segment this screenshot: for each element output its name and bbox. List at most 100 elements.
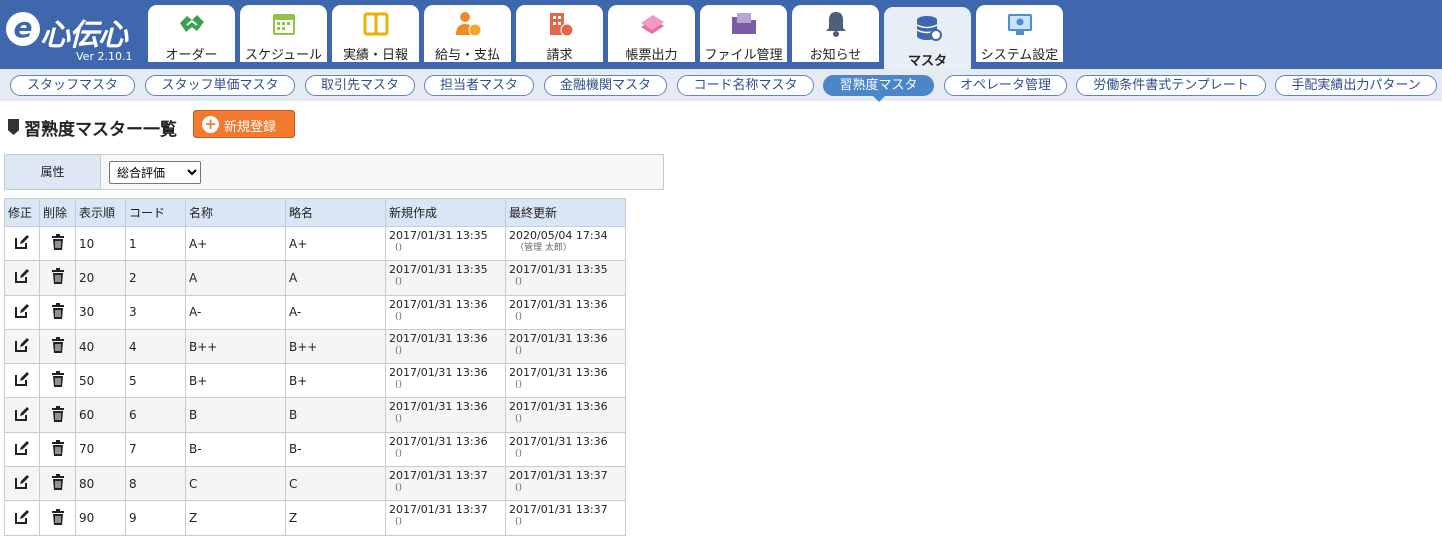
order-cell: 50 bbox=[75, 363, 126, 399]
updated-cell: 2017/01/31 13:37() bbox=[505, 500, 626, 536]
attribute-select[interactable]: 総合評価 bbox=[109, 161, 201, 184]
subtab-staff-master[interactable]: スタッフマスタ bbox=[10, 75, 135, 96]
created-datetime: 2017/01/31 13:36 bbox=[389, 366, 488, 380]
delete-cell[interactable] bbox=[39, 431, 76, 468]
plus-icon: + bbox=[202, 116, 219, 133]
col-header-created[interactable]: 新規作成 bbox=[385, 198, 506, 227]
col-header-code[interactable]: コード bbox=[125, 198, 186, 227]
edit-cell[interactable] bbox=[4, 225, 40, 262]
tab-files[interactable]: ファイル管理 bbox=[700, 5, 787, 63]
short-name-cell: B+ bbox=[285, 363, 386, 399]
subtab-proficiency-master[interactable]: 習熟度マスタ bbox=[823, 75, 934, 96]
order-cell: 70 bbox=[75, 431, 126, 468]
col-header-name[interactable]: 名称 bbox=[185, 198, 286, 227]
edit-icon[interactable] bbox=[14, 509, 30, 528]
short-name-cell: B++ bbox=[285, 328, 386, 365]
subtab-client-master[interactable]: 取引先マスタ bbox=[305, 75, 415, 96]
edit-icon[interactable] bbox=[14, 406, 30, 425]
updated-cell: 2017/01/31 13:37() bbox=[505, 466, 626, 502]
delete-cell[interactable] bbox=[39, 294, 76, 330]
edit-cell[interactable] bbox=[4, 328, 40, 365]
created-cell: 2017/01/31 13:35() bbox=[385, 260, 506, 296]
delete-cell[interactable] bbox=[39, 466, 76, 502]
tab-schedule[interactable]: スケジュール bbox=[240, 5, 327, 63]
order-cell: 80 bbox=[75, 466, 126, 502]
subtab-labor-template[interactable]: 労働条件書式テンプレート bbox=[1076, 75, 1266, 96]
created-by: () bbox=[395, 483, 403, 494]
updated-datetime: 2017/01/31 13:36 bbox=[509, 434, 608, 448]
short-name-cell: A bbox=[285, 260, 386, 296]
edit-cell[interactable] bbox=[4, 500, 40, 536]
delete-cell[interactable] bbox=[39, 328, 76, 365]
edit-cell[interactable] bbox=[4, 260, 40, 296]
new-registration-button[interactable]: + 新規登録 bbox=[193, 110, 295, 138]
tab-results[interactable]: 実績・日報 bbox=[332, 5, 419, 63]
created-datetime: 2017/01/31 13:37 bbox=[389, 469, 488, 483]
code-cell: 7 bbox=[125, 431, 186, 468]
tab-label: 帳票出力 bbox=[625, 48, 678, 63]
trash-icon[interactable] bbox=[51, 337, 65, 356]
trash-icon[interactable] bbox=[51, 405, 65, 425]
tab-master[interactable]: マスタ bbox=[884, 7, 971, 69]
col-header-updated[interactable]: 最終更新 bbox=[505, 198, 626, 227]
tab-order[interactable]: オーダー bbox=[148, 5, 235, 63]
delete-cell[interactable] bbox=[39, 225, 76, 262]
subtab-staff-rate-master[interactable]: スタッフ単価マスタ bbox=[145, 75, 295, 96]
tab-label: お知らせ bbox=[809, 48, 862, 63]
created-datetime: 2017/01/31 13:36 bbox=[389, 297, 488, 311]
trash-icon[interactable] bbox=[51, 234, 65, 253]
subtab-code-name-master[interactable]: コード名称マスタ bbox=[677, 75, 814, 96]
delete-cell[interactable] bbox=[39, 500, 76, 536]
edit-icon[interactable] bbox=[14, 235, 30, 253]
col-header-short-name[interactable]: 略名 bbox=[285, 198, 386, 227]
updated-datetime: 2017/01/31 13:36 bbox=[509, 331, 608, 345]
app-logo[interactable]: e 心伝心 Ver 2.10.1 bbox=[4, 6, 142, 66]
col-header-order[interactable]: 表示順 bbox=[75, 198, 126, 227]
subtab-operator-management[interactable]: オペレータ管理 bbox=[944, 75, 1067, 96]
trash-icon[interactable] bbox=[51, 371, 65, 390]
trash-icon[interactable] bbox=[51, 302, 65, 322]
tab-system-settings[interactable]: システム設定 bbox=[976, 5, 1063, 63]
subtab-bank-master[interactable]: 金融機関マスタ bbox=[544, 75, 667, 96]
edit-cell[interactable] bbox=[4, 431, 40, 468]
tab-reports[interactable]: 帳票出力 bbox=[608, 5, 695, 63]
edit-icon[interactable] bbox=[14, 440, 30, 459]
page-title: 習熟度マスター一覧 bbox=[24, 120, 177, 140]
tab-notices[interactable]: お知らせ bbox=[792, 5, 879, 63]
subtab-contact-master[interactable]: 担当者マスタ bbox=[424, 75, 534, 96]
edit-cell[interactable] bbox=[4, 294, 40, 330]
table-row: 60 6 B B 2017/01/31 13:36() 2017/01/31 13:36(… bbox=[4, 397, 626, 433]
edit-icon[interactable] bbox=[14, 303, 30, 322]
tab-payroll[interactable]: 給与・支払 bbox=[424, 5, 511, 63]
tab-billing[interactable]: 請求 bbox=[516, 5, 603, 63]
name-cell: A- bbox=[185, 294, 286, 330]
subtab-arrangement-output-pattern[interactable]: 手配実績出力パターン bbox=[1275, 75, 1437, 96]
delete-cell[interactable] bbox=[39, 260, 76, 296]
edit-cell[interactable] bbox=[4, 397, 40, 433]
updated-cell: 2017/01/31 13:36() bbox=[505, 363, 626, 399]
delete-cell[interactable] bbox=[39, 363, 76, 399]
trash-icon[interactable] bbox=[51, 268, 65, 287]
delete-cell[interactable] bbox=[39, 397, 76, 433]
order-cell: 10 bbox=[75, 225, 126, 262]
trash-icon[interactable] bbox=[51, 474, 65, 493]
tab-label: マスタ bbox=[907, 54, 947, 69]
edit-icon[interactable] bbox=[14, 269, 30, 287]
created-by: () bbox=[395, 243, 403, 253]
tab-label: 給与・支払 bbox=[434, 48, 500, 63]
handshake-icon bbox=[179, 15, 204, 32]
edit-icon[interactable] bbox=[14, 475, 30, 493]
created-by: () bbox=[395, 345, 403, 356]
edit-icon[interactable] bbox=[14, 338, 30, 356]
table-row: 30 3 A- A- 2017/01/31 13:36() 2017/01/31 13:3… bbox=[4, 294, 626, 330]
updated-datetime: 2017/01/31 13:35 bbox=[509, 263, 608, 277]
updated-by: () bbox=[515, 414, 523, 425]
edit-cell[interactable] bbox=[4, 466, 40, 502]
edit-cell[interactable] bbox=[4, 363, 40, 399]
short-name-cell: A- bbox=[285, 294, 386, 330]
trash-icon[interactable] bbox=[51, 508, 65, 528]
short-name-cell: A+ bbox=[285, 225, 386, 262]
created-by: () bbox=[395, 380, 403, 391]
edit-icon[interactable] bbox=[14, 372, 30, 390]
trash-icon[interactable] bbox=[51, 439, 65, 459]
